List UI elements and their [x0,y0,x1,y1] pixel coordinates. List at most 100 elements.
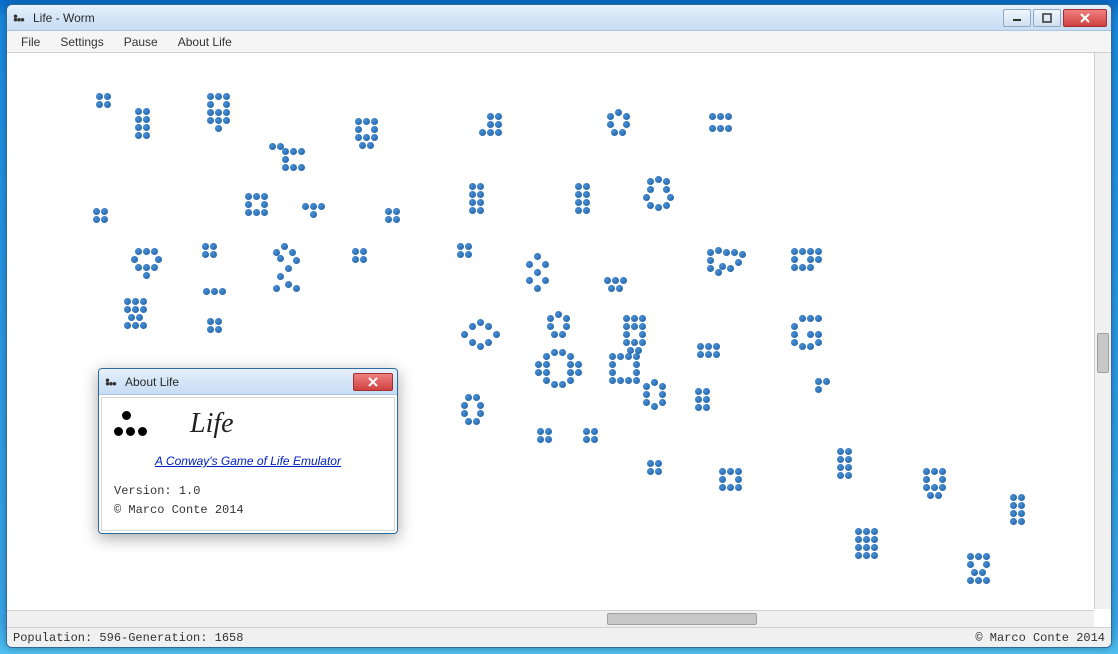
about-version-value: 1.0 [179,484,201,498]
life-cell [465,251,472,258]
life-cell [863,528,870,535]
life-cell [655,468,662,475]
life-cell [469,339,476,346]
life-cell [845,448,852,455]
life-cell [607,121,614,128]
life-cell [931,484,938,491]
life-cell [807,343,814,350]
life-cell [223,109,230,116]
life-cell [210,243,217,250]
life-cell [567,353,574,360]
life-cell [837,472,844,479]
maximize-button[interactable] [1033,9,1061,27]
about-titlebar[interactable]: About Life [99,369,397,395]
about-dialog[interactable]: About Life Life A Conway's Game of Life … [98,368,398,534]
life-cell [485,339,492,346]
life-cell [526,277,533,284]
life-cell [837,464,844,471]
life-cell [493,331,500,338]
life-cell [93,208,100,215]
titlebar[interactable]: Life - Worm [7,5,1111,31]
life-cell [663,186,670,193]
life-cell [371,126,378,133]
menu-settings[interactable]: Settings [50,33,113,51]
vertical-scrollbar-thumb[interactable] [1097,333,1109,373]
life-cell [643,399,650,406]
life-cell [845,456,852,463]
life-cell [939,476,946,483]
life-cell [609,361,616,368]
life-cell [633,369,640,376]
life-cell [477,183,484,190]
horizontal-scrollbar[interactable] [7,610,1094,627]
life-cell [717,113,724,120]
status-generation-label: Generation: [128,631,207,645]
life-cell [703,396,710,403]
canvas-area[interactable] [7,53,1111,627]
about-app-icon [103,374,119,390]
life-cell [1010,494,1017,501]
horizontal-scrollbar-thumb[interactable] [607,613,757,625]
menu-file[interactable]: File [11,33,50,51]
life-cell [104,101,111,108]
life-cell [1018,510,1025,517]
life-cell [871,536,878,543]
life-cell [215,117,222,124]
life-cell [211,288,218,295]
life-cell [545,428,552,435]
life-cell [625,353,632,360]
life-cell [837,456,844,463]
life-cell [245,193,252,200]
about-link[interactable]: A Conway's Game of Life Emulator [114,454,382,468]
life-cell [583,428,590,435]
life-cell [210,251,217,258]
life-cell [799,315,806,322]
life-cell [727,265,734,272]
life-cell [647,186,654,193]
life-cell [815,248,822,255]
menu-about[interactable]: About Life [168,33,242,51]
life-cell [725,113,732,120]
life-cell [931,468,938,475]
status-population-value: 596 [99,631,121,645]
life-cell [791,248,798,255]
minimize-button[interactable] [1003,9,1031,27]
life-cell [223,101,230,108]
life-cell [923,484,930,491]
life-cell [697,351,704,358]
life-cell [815,386,822,393]
life-cell [823,378,830,385]
close-button[interactable] [1063,9,1107,27]
life-cell [815,315,822,322]
life-cell [465,394,472,401]
life-cell [385,208,392,215]
menu-pause[interactable]: Pause [114,33,168,51]
life-cell [543,377,550,384]
about-close-button[interactable] [353,373,393,391]
life-cell [155,256,162,263]
life-cell [543,369,550,376]
life-cell [469,199,476,206]
life-cell [457,243,464,250]
life-cell [282,148,289,155]
life-cell [534,253,541,260]
life-cell [871,544,878,551]
life-cell [485,323,492,330]
life-cell [799,264,806,271]
life-cell [845,472,852,479]
life-grid[interactable] [7,53,1111,627]
life-cell [132,306,139,313]
life-cell [473,418,480,425]
life-cell [659,399,666,406]
life-cell [799,343,806,350]
life-cell [567,369,574,376]
life-cell [318,203,325,210]
life-cell [975,577,982,584]
life-cell [261,201,268,208]
life-cell [735,484,742,491]
life-cell [355,126,362,133]
life-cell [543,353,550,360]
vertical-scrollbar[interactable] [1094,53,1111,609]
life-cell [615,109,622,116]
life-cell [703,404,710,411]
